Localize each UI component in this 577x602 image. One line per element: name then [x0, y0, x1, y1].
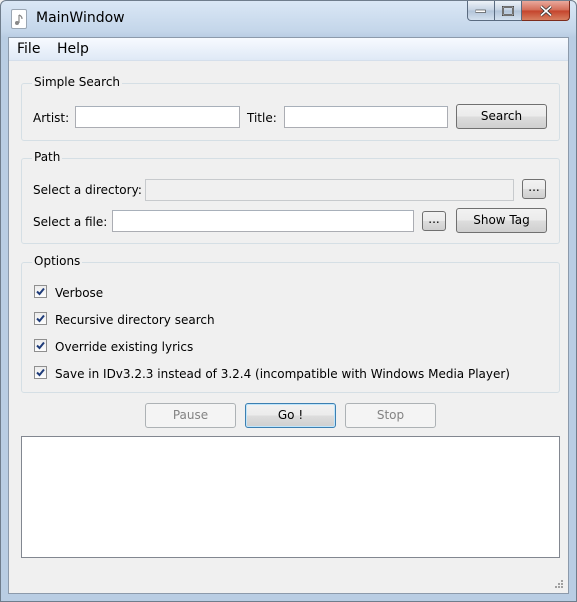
directory-input — [145, 179, 514, 201]
title-bar[interactable]: MainWindow — [1, 1, 576, 37]
menu-help[interactable]: Help — [57, 41, 89, 57]
maximize-button[interactable] — [495, 1, 522, 21]
path-title: Path — [32, 150, 63, 164]
file-label: Select a file: — [33, 215, 108, 229]
options-title: Options — [32, 254, 83, 268]
artist-label: Artist: — [33, 111, 70, 125]
save-idv323-checkbox[interactable] — [34, 366, 47, 379]
checkmark-icon — [36, 314, 45, 323]
menu-bar: File Help — [9, 38, 568, 61]
directory-browse-button[interactable]: ... — [522, 179, 546, 199]
stop-button: Stop — [345, 403, 436, 428]
title-input[interactable] — [284, 106, 448, 128]
minimize-icon — [475, 9, 486, 13]
override-lyrics-label[interactable]: Override existing lyrics — [55, 340, 193, 354]
maximize-icon — [502, 5, 514, 16]
close-button[interactable] — [522, 1, 570, 21]
menu-file[interactable]: File — [17, 41, 40, 57]
checkmark-icon — [36, 287, 45, 296]
save-idv323-label[interactable]: Save in IDv3.2.3 instead of 3.2.4 (incom… — [55, 367, 510, 381]
show-tag-button[interactable]: Show Tag — [456, 208, 547, 233]
search-button[interactable]: Search — [456, 104, 547, 129]
recursive-search-checkbox[interactable] — [34, 312, 47, 325]
client-area: File Help Simple Search Artist: Title: S… — [8, 37, 569, 594]
checkmark-icon — [36, 341, 45, 350]
verbose-checkbox[interactable] — [34, 285, 47, 298]
window-title: MainWindow — [36, 10, 125, 26]
override-lyrics-checkbox[interactable] — [34, 339, 47, 352]
title-label: Title: — [247, 111, 277, 125]
resize-grip-icon[interactable] — [554, 579, 564, 589]
file-browse-button[interactable]: ... — [422, 211, 446, 231]
file-input[interactable] — [112, 210, 414, 232]
log-output[interactable] — [21, 436, 560, 558]
pause-button: Pause — [145, 403, 236, 428]
go-button[interactable]: Go ! — [245, 403, 336, 428]
main-window: MainWindow File Help Simple Search Artis… — [0, 0, 577, 602]
path-group: Path Select a directory: ... Select a fi… — [21, 150, 560, 244]
caption-buttons — [467, 1, 570, 23]
simple-search-group: Simple Search Artist: Title: Search — [21, 75, 560, 141]
artist-input[interactable] — [75, 106, 240, 128]
app-icon[interactable] — [11, 9, 27, 29]
simple-search-title: Simple Search — [32, 75, 123, 89]
options-group: Options Verbose Recursive directory sear… — [21, 254, 560, 393]
verbose-label[interactable]: Verbose — [55, 286, 103, 300]
recursive-search-label[interactable]: Recursive directory search — [55, 313, 215, 327]
directory-label: Select a directory: — [33, 183, 142, 197]
close-icon — [539, 5, 552, 16]
checkmark-icon — [36, 368, 45, 377]
minimize-button[interactable] — [467, 1, 495, 21]
